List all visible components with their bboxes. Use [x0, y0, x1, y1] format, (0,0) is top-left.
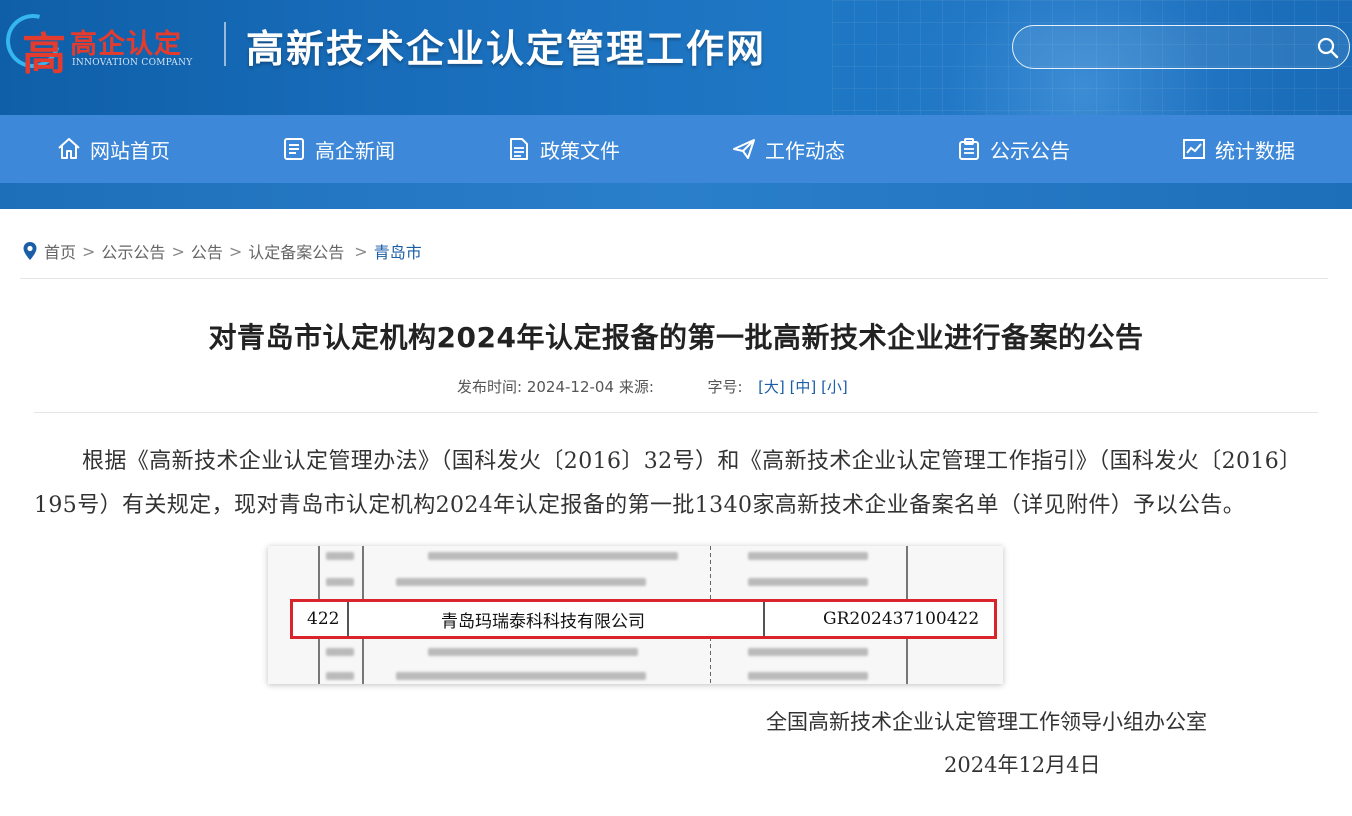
- published-label: 发布时间:: [457, 378, 523, 396]
- article-signature: 全国高新技术企业认定管理工作领导小组办公室: [766, 710, 1207, 734]
- nav-item-statistics[interactable]: 统计数据: [1181, 115, 1295, 183]
- main-nav: 网站首页 高企新闻 政策文件 工作动态 公示公告 统计数据: [0, 115, 1352, 183]
- breadcrumb-notices[interactable]: 公示公告: [101, 239, 165, 263]
- source-label: 来源:: [618, 378, 654, 396]
- font-size-label: 字号:: [707, 378, 743, 396]
- article-body: 根据《高新技术企业认定管理办法》（国科发火〔2016〕32号）和《高新技术企业认…: [34, 449, 1302, 518]
- logo-subtext: INNOVATION COMPANY: [72, 58, 193, 68]
- nav-item-home[interactable]: 网站首页: [56, 115, 170, 183]
- font-size-large-link[interactable]: [大]: [758, 378, 785, 396]
- paper-plane-icon: [733, 139, 755, 159]
- breadcrumb-current[interactable]: 青岛市: [374, 239, 422, 263]
- breadcrumb-divider: [20, 278, 1328, 279]
- nav-item-label: 工作动态: [765, 138, 845, 163]
- nav-item-notices[interactable]: 公示公告: [956, 115, 1070, 183]
- nav-item-label: 公示公告: [990, 138, 1070, 163]
- home-icon: [58, 138, 80, 159]
- header-band: [0, 183, 1352, 209]
- breadcrumb-separator: >: [82, 241, 96, 261]
- breadcrumb-home[interactable]: 首页: [44, 239, 76, 263]
- document-icon: [510, 138, 528, 160]
- nav-item-news[interactable]: 高企新闻: [281, 115, 395, 183]
- published-date: 2024-12-04: [526, 378, 615, 396]
- breadcrumb-separator: >: [354, 241, 368, 261]
- location-pin-icon: [23, 242, 37, 260]
- breadcrumb-separator: >: [171, 241, 185, 261]
- nav-item-updates[interactable]: 工作动态: [731, 115, 845, 183]
- font-size-small-link[interactable]: [小]: [821, 378, 848, 396]
- chart-icon: [1183, 139, 1205, 159]
- highlighted-company-row: 422 青岛玛瑞泰科科技有限公司 GR202437100422: [290, 599, 997, 639]
- breadcrumb-certification[interactable]: 认定备案公告: [248, 239, 344, 263]
- nav-item-label: 高企新闻: [315, 138, 395, 163]
- site-title: 高新技术企业认定管理工作网: [246, 27, 767, 71]
- clipboard-icon: [959, 138, 979, 160]
- article-date: 2024年12月4日: [944, 753, 1101, 777]
- site-header: 高 高企认定 INNOVATION COMPANY 高新技术企业认定管理工作网: [0, 0, 1352, 115]
- article-meta: 发布时间: 2024-12-04 来源: 字号: [大] [中] [小]: [457, 376, 848, 397]
- news-icon: [284, 138, 304, 160]
- search-icon[interactable]: [1316, 36, 1340, 60]
- attachment-snippet-image: 422 青岛玛瑞泰科科技有限公司 GR202437100422: [268, 546, 1003, 684]
- breadcrumb-separator: >: [228, 241, 243, 261]
- nav-item-label: 网站首页: [90, 138, 170, 163]
- nav-item-label: 统计数据: [1215, 138, 1295, 163]
- search-input[interactable]: [1027, 34, 1297, 60]
- logo-mark: 高: [22, 29, 66, 80]
- nav-item-policy[interactable]: 政策文件: [506, 115, 620, 183]
- article-title: 对青岛市认定机构2024年认定报备的第一批高新技术企业进行备案的公告: [208, 321, 1144, 354]
- row-certificate-number: GR202437100422: [823, 609, 980, 629]
- row-index: 422: [307, 609, 340, 629]
- row-company-name: 青岛玛瑞泰科科技有限公司: [441, 611, 645, 632]
- site-logo[interactable]: 高 高企认定 INNOVATION COMPANY: [0, 4, 210, 80]
- logo-divider: [224, 22, 226, 66]
- search-box[interactable]: [1012, 25, 1350, 69]
- nav-item-label: 政策文件: [540, 138, 620, 163]
- logo-text: 高企认定: [70, 29, 182, 60]
- breadcrumb: 首页 > 公示公告 > 公告 > 认定备案公告 > 青岛市: [22, 238, 428, 264]
- font-size-medium-link[interactable]: [中]: [790, 378, 817, 396]
- article-divider: [34, 412, 1318, 413]
- breadcrumb-announcement[interactable]: 公告: [191, 239, 223, 263]
